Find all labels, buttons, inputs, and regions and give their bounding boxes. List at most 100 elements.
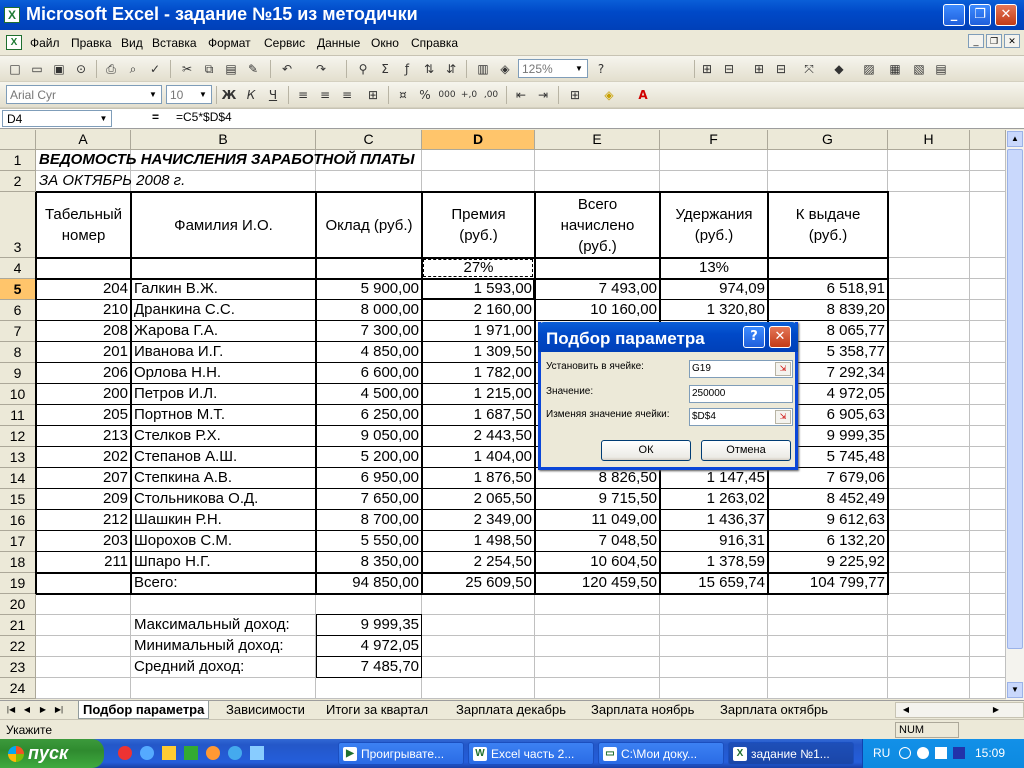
minimize-button[interactable]: _	[943, 4, 965, 26]
data-cell[interactable]: 4 850,00	[316, 342, 422, 363]
font-color-icon[interactable]: A	[634, 86, 652, 104]
tab-salary-october[interactable]: Зарплата октябрь	[716, 701, 832, 719]
quicklaunch-3-icon[interactable]	[162, 746, 176, 760]
fill-color-icon[interactable]: ◈	[600, 86, 618, 104]
doc-restore-button[interactable]: ❐	[986, 34, 1002, 48]
menu-tools[interactable]: Сервис	[264, 36, 305, 50]
data-cell[interactable]: 4 500,00	[316, 384, 422, 405]
currency-icon[interactable]: ¤	[394, 86, 412, 104]
data-cell[interactable]: Орлова Н.Н.	[131, 363, 316, 384]
row-header-19[interactable]: 19	[0, 573, 36, 594]
data-cell[interactable]: 6 600,00	[316, 363, 422, 384]
data-cell[interactable]: 9 715,50	[535, 489, 660, 510]
data-cell[interactable]: 2 254,50	[422, 552, 535, 573]
excel-logo-icon[interactable]: X	[4, 7, 20, 23]
header-payout[interactable]: К выдаче (руб.)	[768, 192, 888, 258]
data-cell[interactable]: 1 404,00	[422, 447, 535, 468]
row-header-3[interactable]: 3	[0, 192, 36, 258]
quicklaunch-5-icon[interactable]	[206, 746, 220, 760]
data-cell[interactable]: Дранкина С.С.	[131, 300, 316, 321]
decrease-indent-icon[interactable]: ⇤	[512, 86, 530, 104]
data-cell[interactable]: Стольникова О.Д.	[131, 489, 316, 510]
row-header-9[interactable]: 9	[0, 363, 36, 384]
zoom-select[interactable]: 125% ▼	[518, 59, 588, 78]
watch-window-icon[interactable]: ▤	[932, 60, 950, 78]
value-input[interactable]: 250000	[689, 385, 793, 403]
row-header-18[interactable]: 18	[0, 552, 36, 573]
data-cell[interactable]: 7 679,06	[768, 468, 888, 489]
data-cell[interactable]: 1 876,50	[422, 468, 535, 489]
increase-indent-icon[interactable]: ⇥	[534, 86, 552, 104]
menu-edit[interactable]: Правка	[71, 36, 112, 50]
row-header-13[interactable]: 13	[0, 447, 36, 468]
set-cell-input[interactable]: G19 ⇲	[689, 360, 793, 378]
decrease-decimal-icon[interactable]: ,00	[482, 86, 500, 104]
data-cell[interactable]: 9 050,00	[316, 426, 422, 447]
scroll-right-icon[interactable]: ▶	[988, 703, 1004, 717]
tab-salary-november[interactable]: Зарплата ноябрь	[587, 701, 698, 719]
data-cell[interactable]: 202	[36, 447, 131, 468]
data-cell[interactable]: 1 378,59	[660, 552, 768, 573]
quicklaunch-7-icon[interactable]	[250, 746, 264, 760]
open-icon[interactable]: ▭	[28, 60, 46, 78]
row-header-10[interactable]: 10	[0, 384, 36, 405]
sort-asc-icon[interactable]: ⇅	[420, 60, 438, 78]
data-cell[interactable]: 1 687,50	[422, 405, 535, 426]
merge-center-icon[interactable]: ⊞	[364, 86, 382, 104]
data-cell[interactable]: 2 443,50	[422, 426, 535, 447]
changing-cell-input[interactable]: $D$4 ⇲	[689, 408, 793, 426]
row-header-21[interactable]: 21	[0, 615, 36, 636]
header-name[interactable]: Фамилия И.О.	[131, 192, 316, 258]
menu-view[interactable]: Вид	[121, 36, 143, 50]
paste-icon[interactable]: ▤	[222, 60, 240, 78]
bold-icon[interactable]: Ж	[220, 86, 238, 104]
data-cell[interactable]: Жарова Г.А.	[131, 321, 316, 342]
tray-app1-icon[interactable]	[917, 747, 929, 759]
underline-icon[interactable]: Ч	[264, 86, 282, 104]
data-cell[interactable]: 6 250,00	[316, 405, 422, 426]
row-header-16[interactable]: 16	[0, 510, 36, 531]
menu-data[interactable]: Данные	[317, 36, 360, 50]
data-cell[interactable]: 8 350,00	[316, 552, 422, 573]
horizontal-scrollbar[interactable]: ◀ ▶	[895, 702, 1024, 718]
column-header-e[interactable]: E	[535, 130, 660, 150]
tab-dependencies[interactable]: Зависимости	[222, 701, 309, 719]
data-cell[interactable]: Степанов А.Ш.	[131, 447, 316, 468]
column-header-g[interactable]: G	[768, 130, 888, 150]
data-cell[interactable]: 5 200,00	[316, 447, 422, 468]
data-cell[interactable]: 212	[36, 510, 131, 531]
data-cell[interactable]: 8 000,00	[316, 300, 422, 321]
row-header-5[interactable]: 5	[0, 279, 36, 300]
data-cell[interactable]: 206	[36, 363, 131, 384]
stat-value[interactable]: 4 972,05	[316, 636, 422, 657]
data-cell[interactable]: 6 950,00	[316, 468, 422, 489]
menu-insert[interactable]: Вставка	[152, 36, 197, 50]
start-button[interactable]: пуск	[0, 739, 104, 768]
select-all-corner[interactable]	[0, 130, 36, 150]
total-cell[interactable]: 15 659,74	[660, 573, 768, 594]
data-cell[interactable]: 1 782,00	[422, 363, 535, 384]
task-my-documents[interactable]: ▭ C:\Мои доку...	[598, 742, 724, 765]
remove-arrows-icon[interactable]: ⤧	[800, 60, 818, 78]
total-label[interactable]: Всего:	[131, 573, 316, 594]
data-cell[interactable]: 1 263,02	[660, 489, 768, 510]
data-cell[interactable]: 5 900,00	[316, 279, 422, 300]
stat-label[interactable]: Минимальный доход:	[131, 636, 316, 657]
data-cell[interactable]: 203	[36, 531, 131, 552]
data-cell[interactable]: 9 225,92	[768, 552, 888, 573]
remove-dependents-icon[interactable]: ⊟	[772, 60, 790, 78]
scroll-up-icon[interactable]: ▲	[1007, 131, 1023, 147]
tray-player-icon[interactable]	[953, 747, 965, 759]
row-header-2[interactable]: 2	[0, 171, 36, 192]
data-cell[interactable]: 10 160,00	[535, 300, 660, 321]
increase-decimal-icon[interactable]: +,0	[460, 86, 478, 104]
data-cell[interactable]: 201	[36, 342, 131, 363]
vertical-scrollbar[interactable]: ▲ ▼	[1006, 130, 1024, 700]
row-header-15[interactable]: 15	[0, 489, 36, 510]
row-header-8[interactable]: 8	[0, 342, 36, 363]
font-select[interactable]: Arial Cyr ▼	[6, 85, 162, 104]
stat-label[interactable]: Средний доход:	[131, 657, 316, 678]
data-cell[interactable]: 6 518,91	[768, 279, 888, 300]
data-cell[interactable]: 9 612,63	[768, 510, 888, 531]
font-size-select[interactable]: 10 ▼	[166, 85, 212, 104]
